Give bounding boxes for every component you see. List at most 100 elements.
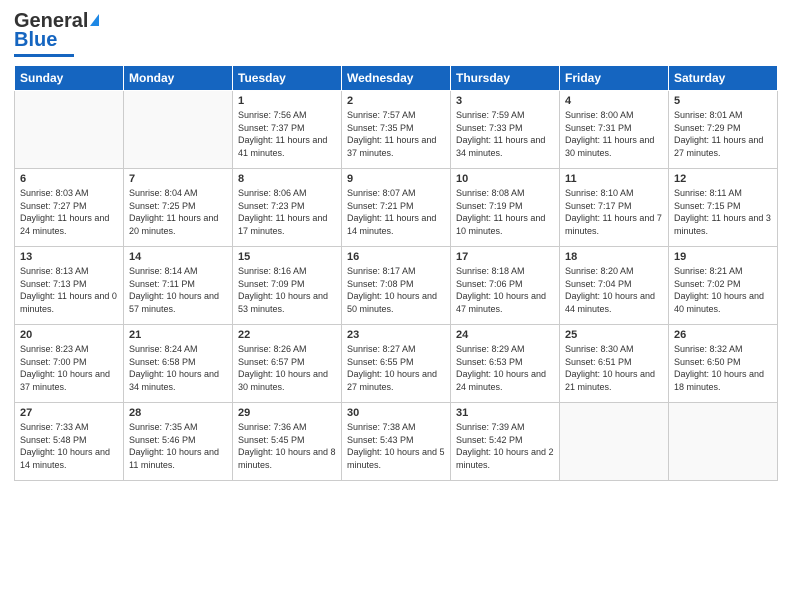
calendar-cell: 10 Sunrise: 8:08 AMSunset: 7:19 PMDayligh… [451,169,560,247]
cell-info: Sunrise: 8:17 AMSunset: 7:08 PMDaylight:… [347,265,445,315]
calendar-cell [124,91,233,169]
calendar-cell [15,91,124,169]
calendar-cell: 13 Sunrise: 8:13 AMSunset: 7:13 PMDayligh… [15,247,124,325]
cell-info: Sunrise: 8:00 AMSunset: 7:31 PMDaylight:… [565,109,663,159]
cell-info: Sunrise: 8:29 AMSunset: 6:53 PMDaylight:… [456,343,554,393]
cell-info: Sunrise: 8:11 AMSunset: 7:15 PMDaylight:… [674,187,772,237]
cell-info: Sunrise: 7:39 AMSunset: 5:42 PMDaylight:… [456,421,554,471]
calendar-cell: 24Sunrise: 8:29 AMSunset: 6:53 PMDayligh… [451,325,560,403]
calendar-cell: 20 Sunrise: 8:23 AMSunset: 7:00 PMDayligh… [15,325,124,403]
calendar-cell: 31 Sunrise: 7:39 AMSunset: 5:42 PMDayligh… [451,403,560,481]
calendar-cell: 1Sunrise: 7:56 AMSunset: 7:37 PMDaylight… [233,91,342,169]
calendar-cell: 18 Sunrise: 8:20 AMSunset: 7:04 PMDayligh… [560,247,669,325]
calendar-cell: 4Sunrise: 8:00 AMSunset: 7:31 PMDaylight… [560,91,669,169]
day-number: 10 [456,173,554,185]
day-number: 16 [347,251,445,263]
calendar-cell: 6 Sunrise: 8:03 AMSunset: 7:27 PMDaylight… [15,169,124,247]
day-number: 8 [238,173,336,185]
cell-info: Sunrise: 8:10 AMSunset: 7:17 PMDaylight:… [565,187,663,237]
weekday-header-thursday: Thursday [451,66,560,91]
cell-info: Sunrise: 8:08 AMSunset: 7:19 PMDaylight:… [456,187,554,237]
cell-info: Sunrise: 7:35 AMSunset: 5:46 PMDaylight:… [129,421,227,471]
cell-info: Sunrise: 8:01 AMSunset: 7:29 PMDaylight:… [674,109,772,159]
day-number: 29 [238,407,336,419]
calendar-cell: 14 Sunrise: 8:14 AMSunset: 7:11 PMDayligh… [124,247,233,325]
week-row-3: 13 Sunrise: 8:13 AMSunset: 7:13 PMDayligh… [15,247,778,325]
day-number: 26 [674,329,772,341]
calendar-cell: 3 Sunrise: 7:59 AMSunset: 7:33 PMDaylight… [451,91,560,169]
cell-info: Sunrise: 7:36 AMSunset: 5:45 PMDaylight:… [238,421,336,471]
calendar-cell: 22 Sunrise: 8:26 AMSunset: 6:57 PMDayligh… [233,325,342,403]
day-number: 11 [565,173,663,185]
weekday-header-saturday: Saturday [669,66,778,91]
day-number: 18 [565,251,663,263]
weekday-header-tuesday: Tuesday [233,66,342,91]
calendar-cell: 19 Sunrise: 8:21 AMSunset: 7:02 PMDayligh… [669,247,778,325]
calendar-cell: 27 Sunrise: 7:33 AMSunset: 5:48 PMDayligh… [15,403,124,481]
weekday-header-friday: Friday [560,66,669,91]
cell-info: Sunrise: 8:07 AMSunset: 7:21 PMDaylight:… [347,187,445,237]
calendar-cell: 17 Sunrise: 8:18 AMSunset: 7:06 PMDayligh… [451,247,560,325]
calendar-cell: 28Sunrise: 7:35 AMSunset: 5:46 PMDayligh… [124,403,233,481]
weekday-header-wednesday: Wednesday [342,66,451,91]
day-number: 1 [238,95,336,107]
calendar-cell: 11 Sunrise: 8:10 AMSunset: 7:17 PMDayligh… [560,169,669,247]
day-number: 25 [565,329,663,341]
calendar-cell [560,403,669,481]
cell-info: Sunrise: 8:13 AMSunset: 7:13 PMDaylight:… [20,265,118,315]
calendar-cell: 23 Sunrise: 8:27 AMSunset: 6:55 PMDayligh… [342,325,451,403]
logo-line [14,54,74,57]
cell-info: Sunrise: 8:23 AMSunset: 7:00 PMDaylight:… [20,343,118,393]
calendar-cell: 12 Sunrise: 8:11 AMSunset: 7:15 PMDayligh… [669,169,778,247]
cell-info: Sunrise: 7:59 AMSunset: 7:33 PMDaylight:… [456,109,554,159]
day-number: 12 [674,173,772,185]
week-row-5: 27 Sunrise: 7:33 AMSunset: 5:48 PMDayligh… [15,403,778,481]
calendar-cell: 15Sunrise: 8:16 AMSunset: 7:09 PMDayligh… [233,247,342,325]
day-number: 15 [238,251,336,263]
weekday-header-sunday: Sunday [15,66,124,91]
calendar: SundayMondayTuesdayWednesdayThursdayFrid… [14,65,778,481]
logo-blue: Blue [14,29,57,52]
calendar-cell: 2 Sunrise: 7:57 AMSunset: 7:35 PMDaylight… [342,91,451,169]
calendar-cell: 21Sunrise: 8:24 AMSunset: 6:58 PMDayligh… [124,325,233,403]
week-row-2: 6 Sunrise: 8:03 AMSunset: 7:27 PMDaylight… [15,169,778,247]
cell-info: Sunrise: 8:06 AMSunset: 7:23 PMDaylight:… [238,187,336,237]
calendar-cell: 29 Sunrise: 7:36 AMSunset: 5:45 PMDayligh… [233,403,342,481]
calendar-cell: 8 Sunrise: 8:06 AMSunset: 7:23 PMDaylight… [233,169,342,247]
day-number: 20 [20,329,118,341]
cell-info: Sunrise: 8:26 AMSunset: 6:57 PMDaylight:… [238,343,336,393]
cell-info: Sunrise: 8:04 AMSunset: 7:25 PMDaylight:… [129,187,227,237]
day-number: 22 [238,329,336,341]
logo: General Blue [14,10,99,57]
logo-arrow-icon [90,14,99,26]
day-number: 9 [347,173,445,185]
day-number: 21 [129,329,227,341]
day-number: 27 [20,407,118,419]
cell-info: Sunrise: 7:57 AMSunset: 7:35 PMDaylight:… [347,109,445,159]
day-number: 13 [20,251,118,263]
cell-info: Sunrise: 8:21 AMSunset: 7:02 PMDaylight:… [674,265,772,315]
cell-info: Sunrise: 8:32 AMSunset: 6:50 PMDaylight:… [674,343,772,393]
cell-info: Sunrise: 8:20 AMSunset: 7:04 PMDaylight:… [565,265,663,315]
calendar-cell [669,403,778,481]
day-number: 17 [456,251,554,263]
cell-info: Sunrise: 8:27 AMSunset: 6:55 PMDaylight:… [347,343,445,393]
day-number: 31 [456,407,554,419]
week-row-4: 20 Sunrise: 8:23 AMSunset: 7:00 PMDayligh… [15,325,778,403]
cell-info: Sunrise: 7:33 AMSunset: 5:48 PMDaylight:… [20,421,118,471]
calendar-cell: 16 Sunrise: 8:17 AMSunset: 7:08 PMDayligh… [342,247,451,325]
calendar-cell: 5Sunrise: 8:01 AMSunset: 7:29 PMDaylight… [669,91,778,169]
calendar-cell: 7 Sunrise: 8:04 AMSunset: 7:25 PMDaylight… [124,169,233,247]
day-number: 23 [347,329,445,341]
weekday-header-row: SundayMondayTuesdayWednesdayThursdayFrid… [15,66,778,91]
day-number: 19 [674,251,772,263]
day-number: 6 [20,173,118,185]
cell-info: Sunrise: 8:03 AMSunset: 7:27 PMDaylight:… [20,187,118,237]
cell-info: Sunrise: 8:18 AMSunset: 7:06 PMDaylight:… [456,265,554,315]
day-number: 2 [347,95,445,107]
calendar-cell: 26 Sunrise: 8:32 AMSunset: 6:50 PMDayligh… [669,325,778,403]
day-number: 7 [129,173,227,185]
day-number: 14 [129,251,227,263]
day-number: 3 [456,95,554,107]
cell-info: Sunrise: 8:14 AMSunset: 7:11 PMDaylight:… [129,265,227,315]
